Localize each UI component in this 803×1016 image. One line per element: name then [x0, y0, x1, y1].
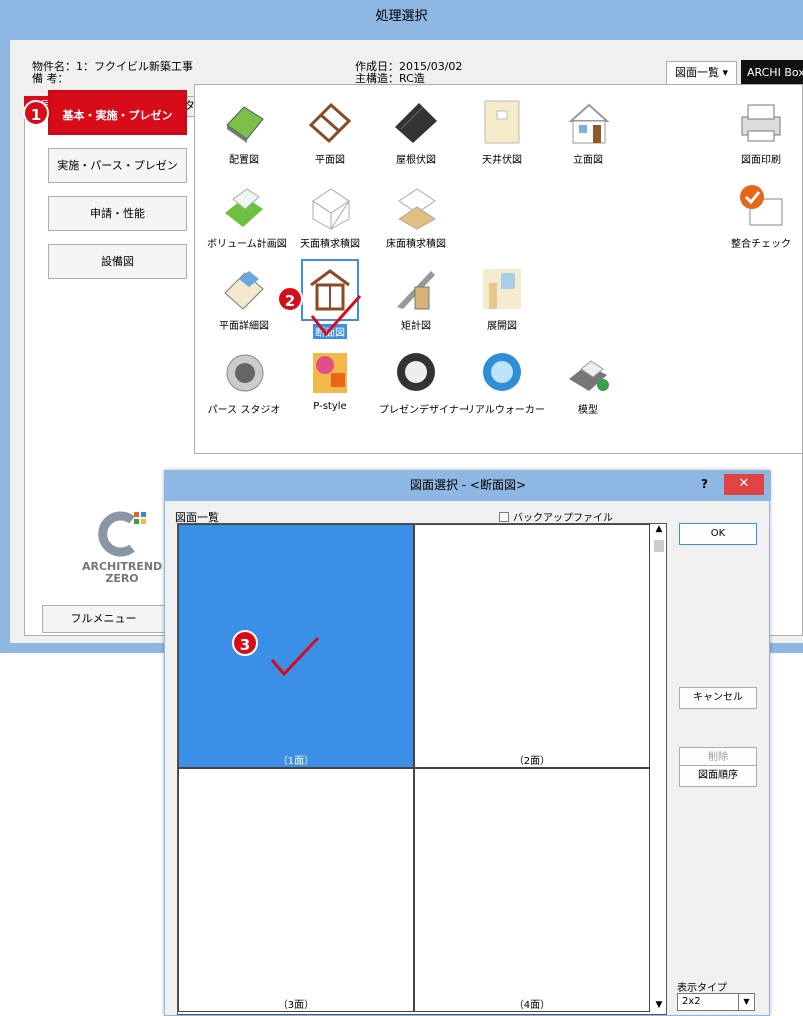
- backup-label: バックアップファイル: [513, 513, 613, 524]
- remarks: 備 考：: [32, 72, 69, 85]
- tool-yuka-seki[interactable]: 床面積求積図: [377, 181, 455, 250]
- drawing-grid: （1面） （2面） （3面） （4面） ▲ ▼: [177, 523, 667, 1015]
- architrend-logo: ARCHITREND ZERO: [82, 508, 162, 585]
- drawing-cell-3[interactable]: （3面）: [178, 768, 414, 1012]
- full-menu-button[interactable]: フルメニュー: [42, 605, 165, 633]
- drawing-cell-2[interactable]: （2面）: [414, 524, 650, 768]
- sectional-detail-icon: [397, 271, 435, 310]
- tool-haichi[interactable]: 配置図: [205, 97, 283, 166]
- floor-plan-icon: [308, 102, 352, 144]
- tool-label: 配置図: [229, 155, 259, 166]
- shinsei-button[interactable]: 申請・性能: [48, 196, 187, 231]
- tool-perse[interactable]: パース スタジオ: [205, 347, 283, 416]
- logo-mark-icon: [98, 511, 146, 557]
- tool-label: パース スタジオ: [207, 405, 281, 416]
- tool-label: 平面詳細図: [219, 321, 269, 332]
- jisshi-button[interactable]: 実施・パース・プレゼン: [48, 148, 187, 183]
- detail-plan-icon: [224, 271, 264, 310]
- tool-real[interactable]: リアルウォーカー: [463, 347, 545, 416]
- logo-text: ARCHITREND ZERO: [82, 561, 162, 585]
- ok-button[interactable]: OK: [679, 523, 757, 545]
- elevation-icon: [568, 103, 610, 144]
- tool-label: P-style: [313, 401, 347, 412]
- tool-yane[interactable]: 屋根伏図: [377, 97, 455, 166]
- drawing-select-dialog: 図面選択 - <断面図> ? ✕ 図面一覧 バックアップファイル （1面） （2…: [164, 470, 771, 1016]
- help-button[interactable]: ?: [701, 477, 708, 491]
- area-calc-icon: [312, 188, 350, 230]
- main-window-title: 処理選択: [375, 9, 428, 24]
- tool-label: 図面印刷: [741, 155, 781, 166]
- tool-present[interactable]: プレゼンデザイナー: [377, 347, 469, 416]
- archi-box-button[interactable]: ARCHI Boxアー: [741, 60, 803, 86]
- tool-label: 天面積求積図: [300, 239, 360, 250]
- interior-elevation-icon: [483, 269, 521, 309]
- chevron-down-icon[interactable]: ▼: [738, 994, 754, 1010]
- setsubi-button[interactable]: 設備図: [48, 244, 187, 279]
- scroll-down-icon[interactable]: ▼: [652, 1000, 666, 1014]
- basic-button[interactable]: 基本・実施・プレゼン: [48, 90, 187, 135]
- ceiling-plan-icon: [484, 100, 520, 144]
- tool-label: プレゼンデザイナー: [379, 405, 469, 416]
- tool-label: 立面図: [573, 155, 603, 166]
- tool-label: 整合チェック: [731, 239, 791, 250]
- p-style-icon: [313, 353, 347, 393]
- vertical-scrollbar[interactable]: ▲ ▼: [652, 524, 666, 1014]
- display-type-select[interactable]: 2x2 ▼: [677, 993, 755, 1011]
- checkbox-box[interactable]: [499, 511, 509, 522]
- tool-tenkai[interactable]: 展開図: [463, 263, 541, 332]
- model-icon: [569, 360, 609, 391]
- logo-line2: ZERO: [105, 572, 139, 585]
- volume-plan-icon: [225, 188, 263, 227]
- tool-seigo[interactable]: 整合チェック: [722, 181, 800, 250]
- step-badge-1: 1: [23, 100, 49, 126]
- tool-label: 模型: [578, 405, 598, 416]
- display-type-label: 表示タイプ: [677, 983, 727, 994]
- tool-heimen[interactable]: 平面図: [291, 97, 369, 166]
- drawing-list-button[interactable]: 図面一覧 ▾: [666, 61, 737, 85]
- cell-caption: （4面）: [513, 1000, 551, 1011]
- tool-label: 展開図: [487, 321, 517, 332]
- tool-tenjo-seki[interactable]: 天面積求積図: [291, 181, 369, 250]
- consistency-check-icon: [740, 185, 783, 226]
- tool-kanakei[interactable]: 矩計図: [377, 263, 455, 332]
- real-walker-icon: [483, 353, 521, 391]
- step-badge-2: 2: [277, 286, 303, 312]
- presentation-designer-icon: [397, 353, 435, 391]
- cancel-button[interactable]: キャンセル: [679, 687, 757, 709]
- cell-caption: （2面）: [513, 756, 551, 767]
- perspective-studio-icon: [226, 354, 264, 392]
- cell-caption: （3面）: [277, 1000, 315, 1011]
- cell-caption: （1面）: [277, 756, 315, 767]
- scroll-up-icon[interactable]: ▲: [652, 524, 666, 538]
- tool-volume[interactable]: ボリューム計画図: [205, 181, 287, 250]
- scroll-thumb[interactable]: [654, 540, 664, 552]
- site-plan-icon: [226, 106, 264, 143]
- tool-tenjo[interactable]: 天井伏図: [463, 97, 541, 166]
- tool-icon-area: 配置図 平面図 屋根伏図 天井伏図 立面図 図面印刷 ボリューム計画図 天面積求…: [194, 84, 803, 454]
- tool-heimen-shosai[interactable]: 平面詳細図: [205, 263, 283, 332]
- tool-mokei[interactable]: 模型: [549, 347, 627, 416]
- dialog-title: 図面選択 - <断面図>: [165, 471, 771, 501]
- check-mark-icon: [270, 636, 320, 677]
- tool-label: 床面積求積図: [386, 239, 446, 250]
- tool-label: リアルウォーカー: [465, 405, 545, 416]
- tool-label: ボリューム計画図: [207, 239, 287, 250]
- roof-plan-icon: [395, 103, 437, 143]
- check-mark-icon: [310, 294, 362, 337]
- step-badge-3: 3: [232, 630, 258, 656]
- printer-icon: [741, 104, 781, 142]
- tool-label: 矩計図: [401, 321, 431, 332]
- tool-pstyle[interactable]: P-style: [291, 347, 369, 412]
- drawing-order-button[interactable]: 図面順序: [679, 765, 757, 787]
- tool-label: 屋根伏図: [396, 155, 436, 166]
- close-button[interactable]: ✕: [724, 474, 764, 495]
- floor-area-icon: [398, 188, 436, 230]
- tool-ritsumen[interactable]: 立面図: [549, 97, 627, 166]
- tool-label: 平面図: [315, 155, 345, 166]
- backup-checkbox[interactable]: バックアップファイル: [499, 509, 613, 524]
- drawing-cell-4[interactable]: （4面）: [414, 768, 650, 1012]
- tool-label: 天井伏図: [482, 155, 522, 166]
- display-type-value: 2x2: [682, 996, 701, 1007]
- tool-insatsu[interactable]: 図面印刷: [722, 97, 800, 166]
